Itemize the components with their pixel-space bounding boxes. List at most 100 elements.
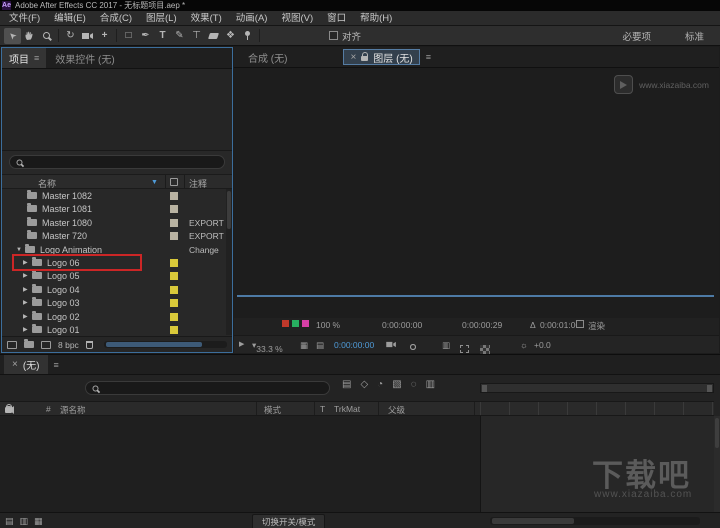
draft-3d-icon[interactable]: ◇ [360, 379, 368, 390]
twirl-closed-icon[interactable]: ▶ [23, 272, 32, 279]
menu-animation[interactable]: 动画(A) [229, 11, 275, 26]
column-divider[interactable] [378, 402, 379, 415]
resolution-icon[interactable]: ▥ [442, 340, 450, 351]
project-search-input[interactable] [28, 157, 218, 167]
project-item[interactable]: ▶ Logo 04 [2, 283, 225, 296]
hand-tool[interactable] [21, 28, 38, 44]
layer-viewer-canvas[interactable]: www.xiazaiba.com [234, 68, 719, 318]
twirl-closed-icon[interactable]: ▶ [23, 299, 32, 306]
new-folder-icon[interactable] [24, 339, 34, 348]
exposure-value[interactable]: +0.0 [534, 340, 551, 350]
label-color-chip[interactable] [170, 232, 178, 240]
scrollbar-thumb[interactable] [492, 518, 574, 524]
motion-blur-icon[interactable]: ◌ [411, 379, 417, 390]
roto-brush-tool[interactable]: ❖ [222, 28, 239, 44]
new-composition-icon[interactable] [41, 340, 51, 349]
menu-file[interactable]: 文件(F) [2, 11, 47, 26]
menu-edit[interactable]: 编辑(E) [47, 11, 93, 26]
column-number[interactable]: # [46, 404, 51, 414]
label-color-chip[interactable] [170, 192, 178, 200]
out-point-timecode[interactable]: 0:00:00:29 [462, 320, 502, 330]
column-trkmat[interactable]: TrkMat [334, 404, 360, 414]
bit-depth-button[interactable]: 8 bpc [58, 340, 79, 350]
align-toggle[interactable]: 对齐 [329, 29, 361, 43]
grid-guides-icon[interactable]: ▦ [300, 340, 308, 351]
project-item[interactable]: ▶ Logo 03 [2, 296, 225, 309]
lock-icon[interactable] [5, 404, 12, 413]
hide-shy-layers-icon[interactable]: ◔ [377, 379, 383, 390]
panel-menu-icon[interactable]: ≡ [34, 53, 39, 63]
menu-layer[interactable]: 图层(L) [139, 11, 184, 26]
lock-icon[interactable] [361, 52, 369, 61]
project-horizontal-scrollbar[interactable] [103, 341, 227, 348]
label-color-chip[interactable] [170, 326, 178, 334]
exposure-icon[interactable]: ☼ [520, 340, 528, 350]
twirl-open-icon[interactable]: ▼ [16, 247, 25, 253]
sort-arrow-icon[interactable]: ▼ [151, 179, 158, 186]
snapshot-icon[interactable] [386, 340, 397, 350]
timeline-overview-scrollbar[interactable] [480, 383, 714, 393]
project-item[interactable]: Master 1082 [2, 189, 225, 202]
label-color-chip[interactable] [170, 205, 178, 213]
tab-timeline[interactable]: × (无) [4, 355, 48, 374]
in-out-pane-icon[interactable]: ▦ [34, 516, 43, 527]
brush-tool[interactable]: ✎ [171, 28, 188, 44]
project-item[interactable]: ▶ Logo 01 [2, 323, 225, 335]
column-mode[interactable]: 模式 [264, 404, 281, 416]
green-channel-swatch[interactable] [292, 320, 299, 327]
eraser-tool[interactable] [205, 28, 222, 44]
twirl-closed-icon[interactable]: ▶ [23, 326, 32, 333]
composition-flowchart-icon[interactable]: ▤ [342, 379, 351, 390]
align-checkbox[interactable] [329, 31, 338, 40]
magenta-channel-swatch[interactable] [302, 320, 309, 327]
menu-window[interactable]: 窗口 [320, 11, 353, 26]
scrollbar-thumb[interactable] [227, 191, 231, 229]
column-divider[interactable] [165, 175, 166, 188]
shape-tool[interactable]: □ [120, 28, 137, 44]
track-area[interactable] [480, 416, 714, 512]
timeline-search-box[interactable] [85, 381, 330, 395]
layer-list-area[interactable] [0, 416, 480, 512]
menu-help[interactable]: 帮助(H) [353, 11, 399, 26]
camera-tool[interactable] [79, 28, 96, 44]
label-color-chip[interactable] [170, 313, 178, 321]
toggle-switches-modes-button[interactable]: 切换开关/模式 [252, 514, 326, 528]
project-search-box[interactable] [9, 155, 225, 169]
workspace-standard[interactable]: 标准 [685, 29, 704, 43]
timeline-horizontal-scrollbar[interactable] [490, 517, 700, 525]
column-divider[interactable] [184, 175, 185, 188]
twirl-closed-icon[interactable]: ▶ [23, 313, 32, 320]
zoom-tool[interactable] [38, 28, 55, 44]
label-color-chip[interactable] [170, 272, 178, 280]
opacity-value[interactable]: 100 % [316, 320, 340, 330]
project-list-vertical-scrollbar[interactable] [226, 189, 232, 335]
timeline-search-input[interactable] [104, 383, 323, 393]
interpret-footage-icon[interactable] [7, 340, 17, 349]
project-item[interactable]: Master 1081 [2, 202, 225, 215]
label-color-column-icon[interactable] [170, 178, 178, 186]
menu-composition[interactable]: 合成(C) [93, 11, 139, 26]
graph-editor-icon[interactable]: ▥ [426, 379, 435, 390]
menu-effect[interactable]: 效果(T) [184, 11, 229, 26]
in-point-timecode[interactable]: 0:00:00:00 [382, 320, 422, 330]
column-parent[interactable]: 父级 [388, 404, 405, 416]
duration-timecode[interactable]: 0:00:01:00 [540, 320, 580, 330]
tab-project[interactable]: 项目 ≡ [2, 48, 47, 68]
column-source-name[interactable]: 源名称 [60, 404, 86, 416]
label-color-chip[interactable] [170, 259, 178, 267]
project-item[interactable]: ▶ Logo 02 [2, 310, 225, 323]
layer-switches-pane-icon[interactable]: ▤ [5, 516, 14, 527]
label-color-chip[interactable] [170, 286, 178, 294]
red-channel-swatch[interactable] [282, 320, 289, 327]
overview-left-handle[interactable] [482, 385, 487, 392]
column-divider[interactable] [314, 402, 315, 415]
panel-menu-icon[interactable]: ≡ [426, 52, 431, 62]
current-time-display[interactable]: 0:00:00:00 [334, 340, 374, 350]
transfer-controls-pane-icon[interactable]: ▥ [20, 516, 29, 527]
timeline-vertical-scrollbar[interactable] [714, 416, 720, 512]
scrollbar-thumb[interactable] [105, 342, 202, 347]
clone-stamp-tool[interactable]: ⊤ [188, 28, 205, 44]
tab-layer[interactable]: × 图层 (无) [343, 49, 420, 65]
overview-right-handle[interactable] [707, 385, 712, 392]
twirl-closed-icon[interactable]: ▶ [23, 286, 32, 293]
